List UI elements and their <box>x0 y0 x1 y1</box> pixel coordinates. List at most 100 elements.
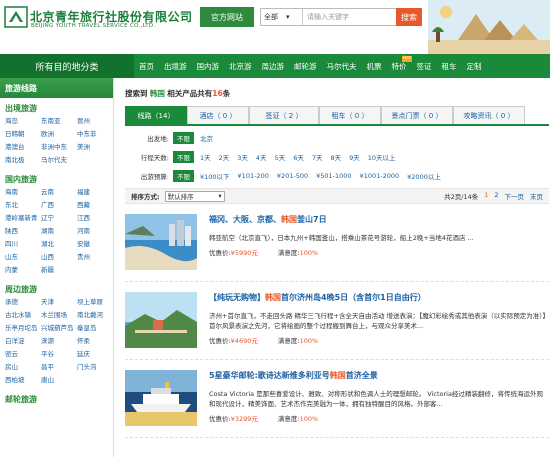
product-image[interactable] <box>125 292 197 348</box>
sidebar-link[interactable]: 海南 <box>5 187 41 198</box>
filter-option[interactable]: ¥1001-2000 <box>360 172 400 180</box>
sidebar-link[interactable]: 怀柔 <box>77 336 113 347</box>
sidebar-link[interactable]: 四川 <box>5 239 41 250</box>
sidebar-link[interactable]: 辽宁 <box>41 213 77 224</box>
tab-2[interactable]: 签证（ 2 ） <box>249 106 319 124</box>
tab-0[interactable]: 线路（14） <box>125 106 187 124</box>
tab-4[interactable]: 景点门票（ 0 ） <box>381 106 453 124</box>
search-button[interactable]: 搜索 <box>396 8 422 26</box>
sidebar-link[interactable]: 南北极 <box>5 155 41 166</box>
sidebar-link[interactable]: 西藏 <box>77 200 113 211</box>
nav-item[interactable]: 国内游 <box>192 54 225 78</box>
nav-item[interactable]: 特价 Hot <box>387 54 412 78</box>
sidebar-link[interactable]: 门头沟 <box>77 362 113 373</box>
sidebar-link[interactable]: 非洲中东 <box>41 142 77 153</box>
page-1[interactable]: 1 <box>484 191 488 201</box>
nav-item[interactable]: 租车 <box>437 54 462 78</box>
sidebar-link[interactable]: 昌平 <box>41 362 77 373</box>
filter-option[interactable]: ¥501-1000 <box>316 172 351 180</box>
sidebar-link[interactable]: 海岛 <box>5 116 41 127</box>
nav-item[interactable]: 机票 <box>362 54 387 78</box>
sidebar-link[interactable]: 山西 <box>41 252 77 263</box>
sidebar-link[interactable]: 欧洲 <box>41 129 77 140</box>
sidebar-link[interactable]: 美洲 <box>77 142 113 153</box>
nav-item[interactable]: 出境游 <box>159 54 192 78</box>
sidebar-link[interactable]: 房山 <box>5 362 41 373</box>
nav-item[interactable]: 定制 <box>462 54 487 78</box>
sidebar-link[interactable]: 东北 <box>5 200 41 211</box>
sidebar-link[interactable]: 承德 <box>5 297 41 308</box>
filter-option[interactable]: 6天 <box>293 152 304 162</box>
page-2[interactable]: 2 <box>494 191 498 201</box>
sidebar-link[interactable]: 天津 <box>41 297 77 308</box>
filter-option[interactable]: 5天 <box>275 152 286 162</box>
sidebar-link[interactable]: 日韩朝 <box>5 129 41 140</box>
sidebar-link[interactable]: 白洋淀 <box>5 336 41 347</box>
filter-option[interactable]: ¥2000以上 <box>407 171 441 181</box>
sidebar-link[interactable]: 贾州 <box>77 116 113 127</box>
sidebar-link[interactable]: 内蒙 <box>5 265 41 276</box>
filter-option[interactable]: 9天 <box>349 152 360 162</box>
next-page-link[interactable]: 下一页 <box>505 191 525 201</box>
sidebar-link[interactable]: 平谷 <box>41 349 77 360</box>
sidebar-link[interactable]: 陕西 <box>5 226 41 237</box>
sidebar-link[interactable]: 南北戴河 <box>77 310 113 321</box>
sidebar-link[interactable]: 河南 <box>77 226 113 237</box>
sidebar-link[interactable]: 港澳台 <box>5 142 41 153</box>
sidebar-link[interactable]: 延庆 <box>77 349 113 360</box>
sidebar-link[interactable]: 坝上草原 <box>77 297 113 308</box>
sidebar-link[interactable]: 唐山 <box>41 375 77 386</box>
nav-item[interactable]: 马尔代夫 <box>322 54 362 78</box>
sidebar-link[interactable]: 兴城葫芦岛 <box>41 323 77 334</box>
filter-option[interactable]: 北京 <box>200 133 213 143</box>
filter-option[interactable]: ¥201-500 <box>277 172 308 180</box>
sidebar-link[interactable]: 港岭塞新青 <box>5 213 41 224</box>
sidebar-link[interactable]: 中东非 <box>77 129 113 140</box>
product-title-link[interactable]: 福冈、大阪、京都、韩国釜山7日 <box>209 214 549 225</box>
tab-5[interactable]: 攻略资讯（ 0 ） <box>453 106 525 124</box>
sidebar-link[interactable]: 西柏坡 <box>5 375 41 386</box>
filter-option[interactable]: 8天 <box>330 152 341 162</box>
sidebar-link[interactable]: 古北水镇 <box>5 310 41 321</box>
nav-item[interactable]: 邮轮游 <box>289 54 322 78</box>
nav-item[interactable]: 首页 <box>134 54 159 78</box>
nav-item[interactable]: 周边游 <box>257 54 290 78</box>
filter-option[interactable]: 4天 <box>256 152 267 162</box>
sidebar-link[interactable]: 乐亭月坨岛 <box>5 323 41 334</box>
all-destinations-menu[interactable]: 所有目的地分类 <box>0 54 134 78</box>
filter-option[interactable]: 1天 <box>200 152 211 162</box>
sidebar-link[interactable]: 江西 <box>77 213 113 224</box>
official-site-button[interactable]: 官方网站 <box>200 7 254 27</box>
filter-option[interactable]: 10天以上 <box>368 152 396 162</box>
last-page-link[interactable]: 末页 <box>530 191 543 201</box>
sidebar-link[interactable]: 东南亚 <box>41 116 77 127</box>
tab-1[interactable]: 酒店（ 0 ） <box>187 106 249 124</box>
tab-3[interactable]: 租车（ 0 ） <box>319 106 381 124</box>
sidebar-link[interactable]: 木兰围场 <box>41 310 77 321</box>
sidebar-link[interactable]: 湖北 <box>41 239 77 250</box>
filter-option[interactable]: ¥101-200 <box>238 172 269 180</box>
sidebar-link[interactable]: 福建 <box>77 187 113 198</box>
sidebar-link[interactable]: 涞源 <box>41 336 77 347</box>
sidebar-link[interactable]: 马尔代夫 <box>41 155 77 166</box>
product-title-link[interactable]: 5星豪华邮轮:歌诗达新维多利亚号韩国首济全景 <box>209 370 549 381</box>
product-title-link[interactable]: 【纯玩无购物】韩国首尔济州岛4晚5日（含首尔1日自由行） <box>209 292 549 303</box>
filter-option[interactable]: ¥100以下 <box>200 171 230 181</box>
sidebar-link[interactable]: 云南 <box>41 187 77 198</box>
filter-all-button[interactable]: 不限 <box>173 169 194 182</box>
sidebar-link[interactable]: 贵州 <box>77 252 113 263</box>
sidebar-link[interactable]: 安徽 <box>77 239 113 250</box>
filter-all-button[interactable]: 不限 <box>173 150 194 163</box>
sidebar-link[interactable]: 密云 <box>5 349 41 360</box>
sidebar-link[interactable]: 山东 <box>5 252 41 263</box>
search-scope-select[interactable]: 全部 ▾ <box>261 9 303 25</box>
nav-item[interactable]: 签证 <box>412 54 437 78</box>
nav-item[interactable]: 北京游 <box>224 54 257 78</box>
filter-option[interactable]: 3天 <box>237 152 248 162</box>
filter-option[interactable]: 2天 <box>219 152 230 162</box>
sidebar-link[interactable]: 广西 <box>41 200 77 211</box>
sidebar-link[interactable]: 秦皇岛 <box>77 323 113 334</box>
sort-select[interactable]: 默认排序 ▾ <box>164 190 225 202</box>
product-image[interactable] <box>125 370 197 426</box>
sidebar-link[interactable]: 湖南 <box>41 226 77 237</box>
